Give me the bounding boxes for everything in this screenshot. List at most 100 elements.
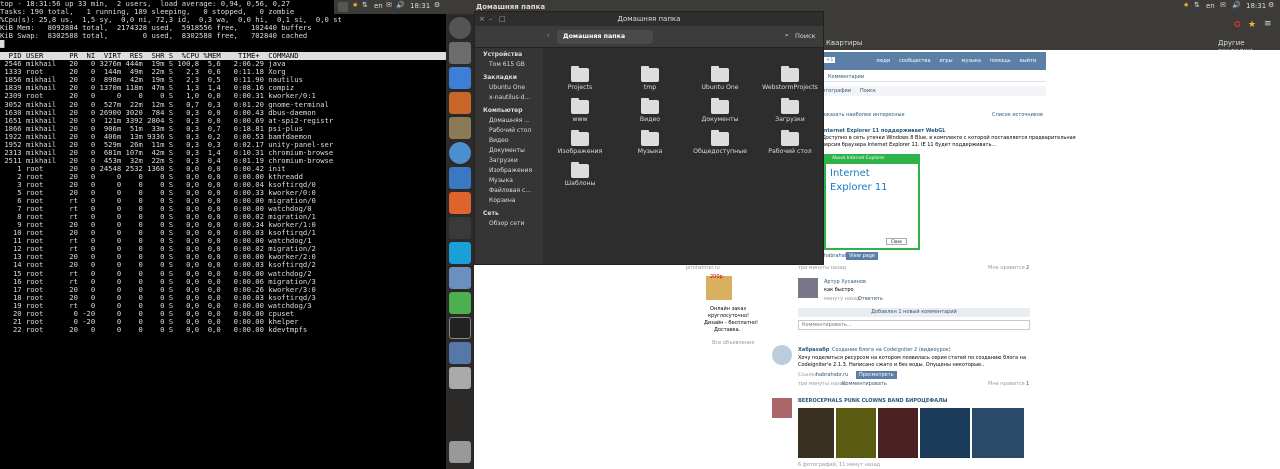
sidebar-item[interactable]: Файловая с...: [489, 187, 531, 194]
files-icon[interactable]: [449, 42, 471, 64]
post-title[interactable]: BEEROCEPHALS PUNK CLOWNS BAND БИРОЦЕФАЛЫ: [798, 398, 947, 404]
tab-comments[interactable]: Комментарии: [828, 74, 864, 80]
vk-menu-item[interactable]: сообщества: [899, 58, 930, 64]
sidebar-item[interactable]: Документы: [489, 147, 525, 154]
sidebar-item[interactable]: Видео: [489, 137, 509, 144]
sidebar-item[interactable]: Ubuntu One: [489, 84, 525, 91]
writer-icon[interactable]: [449, 167, 471, 189]
settings-icon[interactable]: [449, 267, 471, 289]
power-icon[interactable]: ⚙: [434, 1, 440, 9]
firefox-icon[interactable]: [449, 92, 471, 114]
clock[interactable]: 18:31: [1246, 2, 1266, 10]
skype-icon[interactable]: [449, 242, 471, 264]
suggest-link[interactable]: Показать наиболее интересные: [820, 112, 905, 118]
steam-icon[interactable]: [449, 217, 471, 239]
sources-link[interactable]: Список источников: [992, 112, 1043, 118]
gimp-icon[interactable]: [449, 117, 471, 139]
star-icon[interactable]: ★: [1183, 1, 1189, 9]
comment-link[interactable]: Комментировать: [842, 381, 887, 387]
reply-link[interactable]: Ответить: [858, 296, 883, 302]
app-indicator-icon[interactable]: [338, 2, 348, 12]
folder-item[interactable]: Шаблоны: [545, 162, 615, 187]
maximize-icon[interactable]: □: [499, 12, 506, 26]
sidebar-item[interactable]: Загрузки: [489, 157, 518, 164]
drive-icon[interactable]: [449, 367, 471, 389]
lang-indicator[interactable]: en: [374, 2, 383, 10]
photo[interactable]: [798, 408, 834, 458]
close-icon[interactable]: ×: [479, 12, 485, 26]
vk-menu-item[interactable]: люди: [876, 58, 890, 64]
folder-item[interactable]: Загрузки: [755, 98, 825, 123]
search-icon[interactable]: ⌕: [785, 31, 789, 40]
location-crumb[interactable]: Домашняя папка: [557, 30, 653, 44]
clock[interactable]: 18:31: [410, 2, 430, 10]
photo[interactable]: [878, 408, 918, 458]
sidebar-item[interactable]: x-nautilus-d...: [489, 94, 530, 101]
folder-item[interactable]: WebstormProjects: [755, 66, 825, 91]
search-label[interactable]: Поиск: [795, 32, 816, 40]
folder-item[interactable]: Projects: [545, 66, 615, 91]
post-source[interactable]: Хабрахабр: [798, 347, 829, 353]
comment-author[interactable]: Артур Хусаинов: [824, 279, 866, 285]
folder-item[interactable]: Документы: [685, 98, 755, 123]
vk-menu-item[interactable]: игры: [940, 58, 953, 64]
back-icon[interactable]: ‹: [547, 32, 549, 39]
vk-menu-item[interactable]: музыка: [962, 58, 981, 64]
new-comment-notice[interactable]: Добавлен 1 новый комментарий: [798, 308, 1030, 317]
network-icon[interactable]: ⇅: [1194, 1, 1200, 9]
chromium-icon[interactable]: [449, 142, 471, 164]
close-button[interactable]: Close: [886, 238, 907, 245]
menu-icon[interactable]: ≡: [1264, 19, 1272, 29]
bookmark-item[interactable]: Квартиры: [826, 39, 862, 47]
photo[interactable]: [920, 408, 970, 458]
post-link[interactable]: habrahabr.ru: [816, 372, 848, 378]
sidebar-item[interactable]: Изображения: [489, 167, 532, 174]
avatar[interactable]: [798, 278, 818, 298]
folder-item[interactable]: Ubuntu One: [685, 66, 755, 91]
post-title[interactable]: Создание блога на Codeigniter 2 (видеоур…: [832, 347, 951, 353]
top-terminal[interactable]: top - 18:31:56 up 33 min, 2 users, load …: [0, 0, 446, 469]
dash-icon[interactable]: [449, 17, 471, 39]
group-avatar[interactable]: [772, 398, 792, 418]
view-page-button[interactable]: View page: [846, 252, 878, 260]
folder-item[interactable]: Общедоступные: [685, 130, 755, 155]
sidebar-item[interactable]: Обзор сети: [489, 220, 524, 227]
like-button[interactable]: Мне нравится: [988, 381, 1025, 387]
view-button[interactable]: Просмотреть: [856, 371, 897, 379]
mail-icon[interactable]: ✉: [386, 1, 392, 9]
webstorm-icon[interactable]: [449, 67, 471, 89]
photo[interactable]: [836, 408, 876, 458]
sidebar-item[interactable]: Том 615 GB: [489, 61, 525, 68]
sidebar-item[interactable]: Корзина: [489, 197, 515, 204]
extension-icon[interactable]: ✪: [1234, 20, 1241, 29]
mail-icon[interactable]: ✉: [1220, 1, 1226, 9]
bookmark-star-icon[interactable]: ★: [1248, 20, 1256, 30]
star-icon[interactable]: ★: [352, 1, 358, 9]
photo[interactable]: [972, 408, 1024, 458]
software-center-icon[interactable]: [449, 192, 471, 214]
like-button[interactable]: Мне нравится: [988, 265, 1025, 271]
minimize-icon[interactable]: –: [489, 12, 493, 26]
trash-icon[interactable]: [449, 441, 471, 463]
folder-item[interactable]: Видео: [615, 98, 685, 123]
lang-indicator[interactable]: en: [1206, 2, 1215, 10]
folder-item[interactable]: Музыка: [615, 130, 685, 155]
ad-site[interactable]: printwinter.ru: [686, 265, 720, 271]
post-title[interactable]: Internet Explorer 11 поддерживает WebGL: [822, 128, 945, 134]
sidebar-item[interactable]: Музыка: [489, 177, 513, 184]
psi-icon[interactable]: [449, 292, 471, 314]
volume-icon[interactable]: 🔊: [396, 1, 405, 9]
folder-item[interactable]: www: [545, 98, 615, 123]
volume-icon[interactable]: 🔊: [1232, 1, 1241, 9]
habr-avatar[interactable]: [772, 345, 792, 365]
sidebar-item[interactable]: Рабочий стол: [489, 127, 531, 134]
all-ads-link[interactable]: Все объявления: [712, 340, 754, 346]
folder-item[interactable]: Рабочий стол: [755, 130, 825, 155]
vk-menu-item[interactable]: выйти: [1020, 58, 1036, 64]
network-icon[interactable]: ⇅: [362, 1, 368, 9]
workspace-switcher-icon[interactable]: [449, 342, 471, 364]
tab-search[interactable]: Поиск: [860, 88, 876, 94]
vk-menu-item[interactable]: помощь: [990, 58, 1011, 64]
sidebar-item[interactable]: Домашняя ...: [489, 117, 530, 124]
power-icon[interactable]: ⚙: [1268, 1, 1274, 9]
